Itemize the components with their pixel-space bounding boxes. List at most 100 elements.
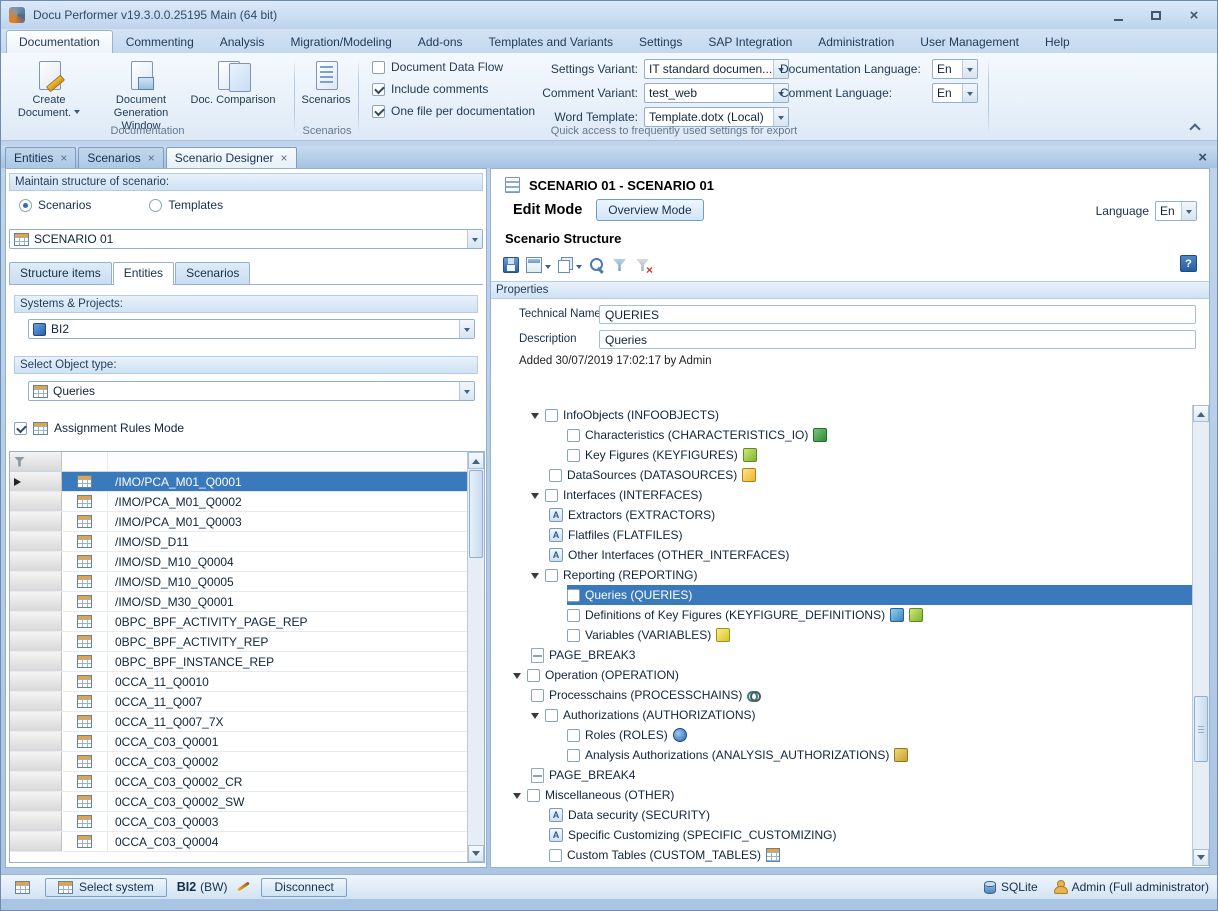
grid-row-imo-sd-m10-q0004[interactable]: /IMO/SD_M10_Q0004 xyxy=(10,552,467,572)
expander-icon[interactable] xyxy=(531,491,540,500)
grid-row-0cca-c03-q0002[interactable]: 0CCA_C03_Q0002 xyxy=(10,752,467,772)
tree-item-characteristics-characteristics-io[interactable]: Characteristics (CHARACTERISTICS_IO) xyxy=(491,425,1192,445)
tree-item-miscellaneous-other[interactable]: Miscellaneous (OTHER) xyxy=(491,785,1192,805)
title-bar[interactable]: Docu Performer v19.3.0.0.25195 Main (64 … xyxy=(1,1,1217,29)
scroll-down-button[interactable] xyxy=(1193,849,1209,866)
tree-item-processchains-processchains[interactable]: Processchains (PROCESSCHAINS) xyxy=(491,685,1192,705)
help-button[interactable]: ? xyxy=(1180,255,1197,272)
toolbar-clear-filter-button[interactable] xyxy=(635,255,651,275)
tree-item-datasources-datasources[interactable]: DataSources (DATASOURCES) xyxy=(491,465,1192,485)
overview-mode-button[interactable]: Overview Mode xyxy=(596,199,703,221)
dropdown-button[interactable] xyxy=(962,60,977,78)
tree-checkbox[interactable] xyxy=(567,589,580,602)
ribbon-button-create-document[interactable]: Create Document. xyxy=(3,55,95,134)
ribbon-button-doc-comparison[interactable]: Doc. Comparison xyxy=(187,55,279,134)
tree-item-flatfiles-flatfiles[interactable]: Flatfiles (FLATFILES) xyxy=(491,525,1192,545)
tree-checkbox[interactable] xyxy=(527,789,540,802)
tree-item-reporting-reporting[interactable]: Reporting (REPORTING) xyxy=(491,565,1192,585)
tree-checkbox[interactable] xyxy=(545,489,558,502)
tree-checkbox[interactable] xyxy=(567,629,580,642)
minimize-button[interactable] xyxy=(1107,6,1129,24)
edit-system-icon[interactable] xyxy=(237,880,251,894)
radio-templates[interactable]: Templates xyxy=(149,198,223,212)
close-tab-icon[interactable]: × xyxy=(148,152,155,164)
maximize-button[interactable] xyxy=(1145,6,1167,24)
toolbar-window-export-button[interactable] xyxy=(526,255,551,275)
dropdown-button[interactable] xyxy=(962,84,977,102)
tree-item-page-break4[interactable]: PAGE_BREAK4 xyxy=(491,765,1192,785)
close-panel-icon[interactable]: × xyxy=(1198,150,1207,165)
checkbox-document-data-flow[interactable]: Document Data Flow xyxy=(372,60,535,74)
tree-checkbox[interactable] xyxy=(567,449,580,462)
tree-item-queries-queries[interactable]: Queries (QUERIES) xyxy=(491,585,1192,605)
grid-row-0cca-c03-q0002-sw[interactable]: 0CCA_C03_Q0002_SW xyxy=(10,792,467,812)
ribbon-tab-commenting[interactable]: Commenting xyxy=(113,30,207,53)
scroll-thumb[interactable] xyxy=(1194,696,1208,762)
tree-checkbox[interactable] xyxy=(549,849,562,862)
select-system-button[interactable]: Select system xyxy=(45,878,167,897)
close-tab-icon[interactable]: × xyxy=(280,152,287,164)
tree-checkbox[interactable] xyxy=(549,469,562,482)
grid-row-0cca-c03-q0004[interactable]: 0CCA_C03_Q0004 xyxy=(10,832,467,852)
tree-item-operation-operation[interactable]: Operation (OPERATION) xyxy=(491,665,1192,685)
settings-variant-select[interactable]: IT standard documen... xyxy=(644,59,789,79)
scenario-select[interactable]: SCENARIO 01 xyxy=(9,229,483,249)
tab-scenario-designer[interactable]: Scenario Designer× xyxy=(166,147,297,168)
tab-scenarios[interactable]: Scenarios xyxy=(175,262,250,284)
expander-icon[interactable] xyxy=(513,791,522,800)
grid-row-0cca-11-q0010[interactable]: 0CCA_11_Q0010 xyxy=(10,672,467,692)
tree-checkbox[interactable] xyxy=(567,729,580,742)
tab-entities[interactable]: Entities× xyxy=(5,147,76,168)
checkbox-one-file-per-documentation[interactable]: One file per documentation xyxy=(372,104,535,118)
grid-row-0cca-c03-q0001[interactable]: 0CCA_C03_Q0001 xyxy=(10,732,467,752)
tree-checkbox[interactable] xyxy=(545,569,558,582)
tree-item-extractors-extractors[interactable]: Extractors (EXTRACTORS) xyxy=(491,505,1192,525)
tree-item-specific-customizing-specific-customizing[interactable]: Specific Customizing (SPECIFIC_CUSTOMIZI… xyxy=(491,825,1192,845)
grid-row-imo-sd-d11[interactable]: /IMO/SD_D11 xyxy=(10,532,467,552)
language-select[interactable]: En xyxy=(1155,201,1197,221)
tree-checkbox[interactable] xyxy=(531,689,544,702)
tree-checkbox[interactable] xyxy=(567,609,580,622)
ribbon-tab-user-management[interactable]: User Management xyxy=(907,30,1032,53)
tree-item-data-security-security[interactable]: Data security (SECURITY) xyxy=(491,805,1192,825)
tree-item-definitions-of-key-figures-keyfigure-definitions[interactable]: Definitions of Key Figures (KEYFIGURE_DE… xyxy=(491,605,1192,625)
scroll-thumb[interactable] xyxy=(469,470,483,558)
grid-row-imo-pca-m01-q0002[interactable]: /IMO/PCA_M01_Q0002 xyxy=(10,492,467,512)
tree-checkbox[interactable] xyxy=(545,709,558,722)
tab-scenarios[interactable]: Scenarios× xyxy=(78,147,163,168)
grid-row-imo-pca-m01-q0003[interactable]: /IMO/PCA_M01_Q0003 xyxy=(10,512,467,532)
tree-item-key-figures-keyfigures[interactable]: Key Figures (KEYFIGURES) xyxy=(491,445,1192,465)
ribbon-tab-analysis[interactable]: Analysis xyxy=(207,30,278,53)
tree-checkbox[interactable] xyxy=(527,669,540,682)
grid-filter-row[interactable] xyxy=(10,452,467,472)
grid-row-0cca-c03-q0002-cr[interactable]: 0CCA_C03_Q0002_CR xyxy=(10,772,467,792)
comment-language-select[interactable]: En xyxy=(932,83,978,103)
grid-row-imo-sd-m30-q0001[interactable]: /IMO/SD_M30_Q0001 xyxy=(10,592,467,612)
dropdown-button[interactable] xyxy=(467,230,482,248)
grid-row-0bpc-bpf-activity-rep[interactable]: 0BPC_BPF_ACTIVITY_REP xyxy=(10,632,467,652)
system-select[interactable]: BI2 xyxy=(28,319,475,339)
expander-icon[interactable] xyxy=(531,411,540,420)
ribbon-tab-settings[interactable]: Settings xyxy=(626,30,695,53)
ribbon-tab-sap-integration[interactable]: SAP Integration xyxy=(695,30,805,53)
documentation-language-select[interactable]: En xyxy=(932,59,978,79)
object-type-select[interactable]: Queries xyxy=(28,381,475,401)
word-template-select[interactable]: Template.dotx (Local) xyxy=(644,107,789,127)
toolbar-save-button[interactable] xyxy=(503,255,519,275)
tree-item-roles-roles[interactable]: Roles (ROLES) xyxy=(491,725,1192,745)
tab-entities[interactable]: Entities xyxy=(113,262,174,285)
dropdown-button[interactable] xyxy=(459,320,474,338)
tree-item-other-interfaces-other-interfaces[interactable]: Other Interfaces (OTHER_INTERFACES) xyxy=(491,545,1192,565)
grid-row-0bpc-bpf-activity-page-rep[interactable]: 0BPC_BPF_ACTIVITY_PAGE_REP xyxy=(10,612,467,632)
toolbar-filter-button[interactable] xyxy=(612,255,628,275)
close-button[interactable]: × xyxy=(1183,6,1205,24)
comment-variant-select[interactable]: test_web xyxy=(644,83,789,103)
tree-item-variables-variables[interactable]: Variables (VARIABLES) xyxy=(491,625,1192,645)
checkbox-include-comments[interactable]: Include comments xyxy=(372,82,535,96)
ribbon-button-document-generation-window[interactable]: Document Generation Window xyxy=(95,55,187,134)
grid-view-button[interactable] xyxy=(9,878,35,897)
assignment-rules-checkbox[interactable]: Assignment Rules Mode xyxy=(14,421,184,435)
tree-item-page-break3[interactable]: PAGE_BREAK3 xyxy=(491,645,1192,665)
scroll-up-button[interactable] xyxy=(1193,405,1209,422)
expander-icon[interactable] xyxy=(531,711,540,720)
